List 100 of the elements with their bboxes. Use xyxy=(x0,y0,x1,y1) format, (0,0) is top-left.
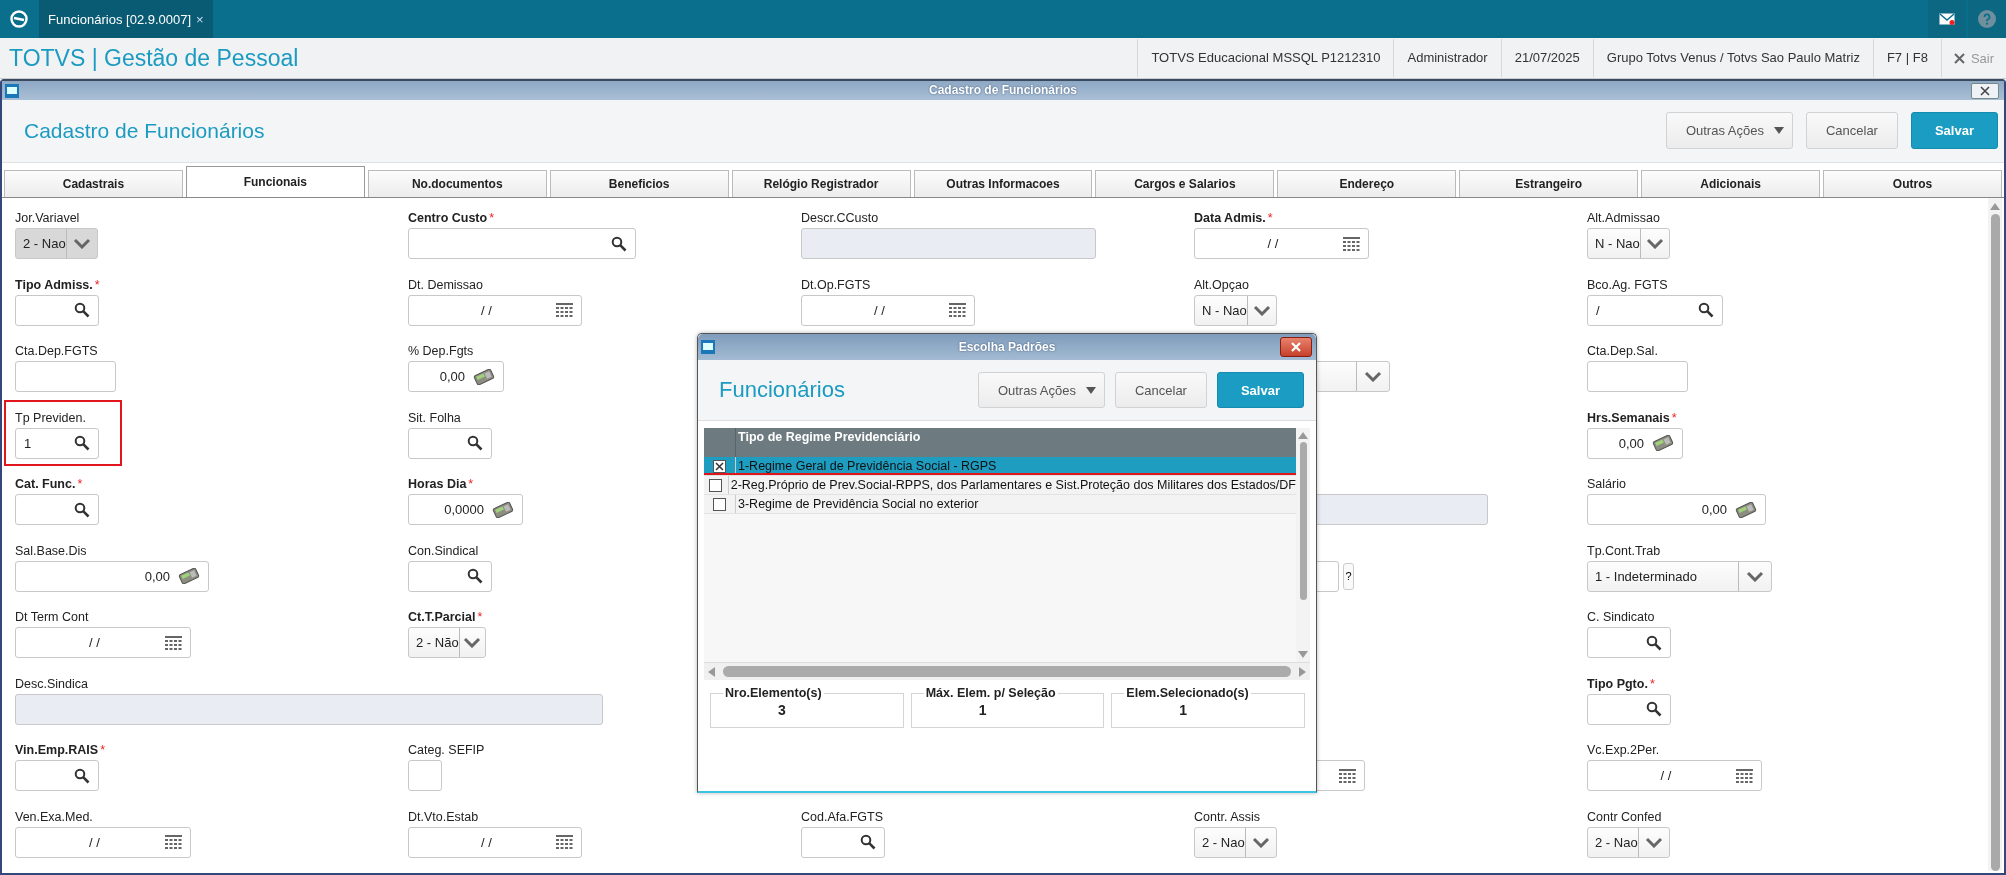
search-field[interactable] xyxy=(408,228,636,259)
scroll-up-icon[interactable] xyxy=(1298,432,1308,439)
tab[interactable]: No.documentos xyxy=(367,170,547,197)
info-text: Grupo Totvs Venus / Totvs Sao Paulo Matriz xyxy=(1592,39,1873,77)
info-text: Administrador xyxy=(1393,39,1501,77)
date-field[interactable]: / / xyxy=(408,826,582,858)
tab[interactable]: Cadastrais xyxy=(4,170,183,197)
input-field[interactable] xyxy=(15,361,116,392)
field-label: % Dep.Fgts xyxy=(408,344,474,358)
date-field[interactable]: / / xyxy=(15,826,191,858)
date-field[interactable]: / / xyxy=(801,294,975,326)
field-label: Ven.Exa.Med. xyxy=(15,809,93,824)
close-icon xyxy=(1978,86,1992,96)
field-label: Dt.Op.FGTS xyxy=(801,277,871,292)
logo-icon xyxy=(9,9,29,29)
select-field[interactable]: 2 - Nao xyxy=(1587,826,1670,858)
search-icon xyxy=(74,767,90,784)
calendar-icon xyxy=(165,835,182,849)
action-button[interactable]: Cancelar xyxy=(1114,372,1207,408)
close-button[interactable] xyxy=(1971,83,1999,99)
dialog-heading: Funcionários xyxy=(719,377,845,403)
field-label: Sit. Folha xyxy=(408,410,461,425)
tab[interactable]: Adicionais xyxy=(1641,170,1821,197)
calculator-icon xyxy=(473,368,495,385)
info-text: F7 | F8 xyxy=(1872,39,1941,77)
tab[interactable]: Outros xyxy=(1823,170,2002,197)
field-label: Vc.Exp.2Per. xyxy=(1587,743,1660,757)
scroll-up-icon[interactable] xyxy=(1990,203,2000,210)
search-field[interactable] xyxy=(1587,693,1671,725)
counter-label: Máx. Elem. p/ Seleção xyxy=(924,686,1057,700)
calculator-icon xyxy=(492,501,514,518)
calendar-icon xyxy=(1736,768,1753,783)
tab[interactable]: Endereço xyxy=(1277,170,1457,197)
field-label: Dt. Demissao xyxy=(408,277,484,292)
field-label: Alt.Admissao xyxy=(1587,211,1660,225)
action-button[interactable]: Cancelar xyxy=(1805,112,1898,150)
list-row[interactable]: 3-Regime de Previdência Social no exterior xyxy=(704,495,1296,514)
number-field[interactable]: 0,00 xyxy=(1587,494,1766,525)
number-field[interactable]: 0,00 xyxy=(1587,427,1683,459)
row-text: 1-Regime Geral de Previdência Social - RGPS xyxy=(737,459,997,473)
tab[interactable]: Estrangeiro xyxy=(1459,170,1639,197)
search-field[interactable] xyxy=(408,560,492,592)
counter-value: 3 xyxy=(777,702,787,718)
search-field[interactable] xyxy=(408,427,492,459)
select-field[interactable]: N - Nao xyxy=(1194,294,1277,326)
field-label: Centro Custo * xyxy=(408,211,495,225)
search-field[interactable] xyxy=(1587,627,1671,658)
scroll-down-icon[interactable] xyxy=(1298,651,1308,658)
close-button[interactable] xyxy=(1280,337,1312,357)
page-heading: Cadastro de Funcionários xyxy=(24,118,265,143)
window-icon xyxy=(701,340,715,354)
window-icon xyxy=(5,84,19,98)
program-tab[interactable]: Funcionários [02.9.0007] × xyxy=(39,0,213,38)
checkbox[interactable] xyxy=(709,478,723,492)
tab[interactable]: Cargos e Salarios xyxy=(1095,170,1275,197)
field-label: Data Admis. * xyxy=(1194,211,1273,225)
checkbox[interactable] xyxy=(713,497,726,511)
select-field[interactable]: 2 - Nao xyxy=(1194,826,1277,858)
tab[interactable]: Funcionais xyxy=(185,166,365,197)
action-button[interactable]: Outras Ações xyxy=(1665,112,1793,150)
select-field[interactable]: 2 - Não xyxy=(408,627,486,658)
number-field[interactable]: 0,00 xyxy=(15,560,209,592)
search-icon xyxy=(1646,701,1662,717)
input-field[interactable] xyxy=(408,760,442,791)
number-field[interactable]: 0,00 xyxy=(408,361,504,392)
field-label: Alt.Opçao xyxy=(1194,277,1249,292)
search-field[interactable]: / xyxy=(1587,294,1723,326)
scrollbar[interactable] xyxy=(1296,428,1310,662)
tab[interactable]: Beneficios xyxy=(549,170,729,197)
date-field[interactable]: / / xyxy=(1587,760,1762,791)
chevron-down-icon xyxy=(1251,836,1270,848)
search-field[interactable] xyxy=(801,826,885,858)
search-icon xyxy=(1698,302,1714,318)
mail-button[interactable] xyxy=(1928,0,1966,38)
field-label: Dt Term Cont xyxy=(15,610,89,624)
date-field[interactable]: / / xyxy=(15,627,191,658)
date-field[interactable]: / / xyxy=(1194,228,1369,259)
field-label: Vin.Emp.RAIS * xyxy=(15,743,105,757)
search-field[interactable] xyxy=(15,760,99,791)
list-row[interactable]: 2-Reg.Próprio de Prev.Social-RPPS, dos Parlamentares e Sist.Proteção dos Militares dos Estados/DF xyxy=(704,476,1296,495)
scrollbar[interactable] xyxy=(1988,198,2002,871)
help-button[interactable]: ? xyxy=(1343,562,1354,590)
field-label: Jor.Variavel xyxy=(15,211,80,225)
field-label: Tp Previden. xyxy=(15,410,86,425)
select-field[interactable]: 1 - Indeterminado xyxy=(1587,560,1772,592)
tab[interactable]: Outras Informacoes xyxy=(913,170,1093,197)
field-label: Cta.Dep.FGTS xyxy=(15,344,98,358)
tab[interactable]: Relógio Registrador xyxy=(731,170,911,197)
number-field[interactable]: 0,0000 xyxy=(408,494,523,525)
close-icon xyxy=(1953,52,1965,64)
checkbox[interactable] xyxy=(713,459,726,473)
input-field[interactable] xyxy=(1587,361,1688,392)
search-field[interactable]: 1 xyxy=(15,427,99,459)
search-field[interactable] xyxy=(15,494,99,525)
field-label: Dt.Vto.Estab xyxy=(408,809,479,824)
date-field[interactable]: / / xyxy=(408,294,582,326)
action-button[interactable]: Outras Ações xyxy=(977,372,1105,408)
search-field[interactable] xyxy=(15,294,99,326)
chevron-down-icon xyxy=(1644,836,1663,848)
select-field[interactable]: N - Nao xyxy=(1587,228,1670,259)
